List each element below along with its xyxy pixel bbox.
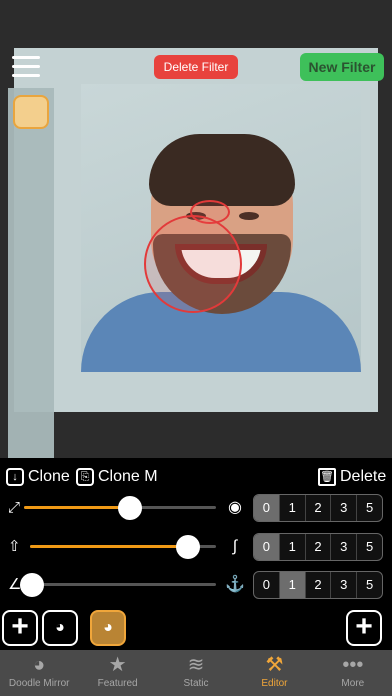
- segment-option[interactable]: 1: [280, 534, 306, 560]
- angle-slider-track[interactable]: [26, 583, 216, 586]
- segment-option[interactable]: 1: [280, 495, 306, 521]
- anchor-icon[interactable]: ⚓: [225, 575, 245, 595]
- resize-arrow-icon: ⤢: [8, 499, 21, 516]
- slider-row-size: ⤢ ◉ 01235: [0, 492, 392, 524]
- angle-segmented-control[interactable]: 01235: [253, 571, 383, 599]
- face-icon: ◕: [103, 619, 113, 636]
- segment-option[interactable]: 2: [306, 572, 332, 598]
- new-filter-button[interactable]: New Filter: [300, 53, 384, 81]
- segment-option[interactable]: 0: [254, 534, 280, 560]
- strength-segmented-control[interactable]: 01235: [253, 533, 383, 561]
- filter-circle[interactable]: [144, 215, 242, 313]
- angle-slider-knob[interactable]: [19, 573, 44, 597]
- more-dots-icon: •••: [342, 654, 364, 676]
- strength-slider-knob[interactable]: [176, 535, 201, 559]
- clone-label: Clone: [28, 468, 70, 485]
- segment-option[interactable]: 5: [357, 572, 382, 598]
- segment-option[interactable]: 3: [331, 495, 358, 521]
- segment-option[interactable]: 3: [331, 534, 358, 560]
- delete-filter-button[interactable]: Delete Filter: [154, 55, 238, 79]
- tab-label: Static: [183, 678, 209, 689]
- face-mode-b-button[interactable]: ◕: [90, 610, 126, 646]
- layer-thumbnail[interactable]: [13, 95, 49, 129]
- tab-more[interactable]: ••• More: [314, 650, 392, 696]
- segment-option[interactable]: 2: [306, 534, 332, 560]
- curve-icon[interactable]: ∫: [225, 537, 245, 557]
- tab-featured[interactable]: ★ Featured: [78, 650, 156, 696]
- tab-doodle-mirror[interactable]: ◕ Doodle Mirror: [0, 650, 78, 696]
- face-warp-icon[interactable]: ◉: [225, 498, 245, 518]
- delete-label: Delete: [340, 468, 387, 485]
- face-icon: ◕: [55, 619, 65, 636]
- tab-bar: ◕ Doodle Mirror ★ Featured ≋ Static ⚒ Ed…: [0, 650, 392, 696]
- slider-row-strength: ⇧ ∫ 01235: [0, 531, 392, 563]
- hammer-icon: ⚒: [265, 654, 284, 676]
- app-root: Delete Filter New Filter ↓ Clone ⎘ Clone…: [0, 0, 392, 696]
- plus-icon: +: [11, 610, 29, 643]
- segment-option[interactable]: 0: [254, 572, 280, 598]
- menu-button[interactable]: [12, 56, 40, 78]
- clone-mirror-icon: ⎘: [76, 468, 94, 486]
- up-arrow-icon: ⇧: [8, 538, 21, 555]
- clone-m-label: Clone M: [98, 468, 158, 485]
- slider-row-angle: ∠ ⚓ 01235: [0, 569, 392, 601]
- doodle-icon: ◕: [33, 654, 46, 676]
- clone-icon: ↓: [6, 468, 24, 486]
- add-right-button[interactable]: +: [346, 610, 382, 646]
- static-icon: ≋: [187, 654, 205, 676]
- segment-option[interactable]: 5: [357, 495, 382, 521]
- tab-static[interactable]: ≋ Static: [157, 650, 235, 696]
- layer-strip: [8, 88, 54, 458]
- editor-canvas[interactable]: Delete Filter New Filter: [0, 0, 392, 458]
- segment-option[interactable]: 5: [357, 534, 382, 560]
- tab-label: More: [341, 678, 365, 689]
- segment-option[interactable]: 1: [279, 572, 306, 598]
- tab-label: Featured: [97, 678, 138, 689]
- clone-m-button[interactable]: ⎘ Clone M: [76, 464, 158, 490]
- delete-button[interactable]: 🗑 Delete: [318, 464, 386, 490]
- segment-option[interactable]: 0: [254, 495, 280, 521]
- star-icon: ★: [108, 654, 127, 676]
- segment-option[interactable]: 3: [331, 572, 358, 598]
- size-slider-knob[interactable]: [117, 496, 142, 520]
- trash-icon: 🗑: [318, 468, 336, 486]
- add-left-button[interactable]: +: [2, 610, 38, 646]
- segment-option[interactable]: 2: [306, 495, 332, 521]
- strength-slider-fill: [30, 545, 189, 548]
- size-segmented-control[interactable]: 01235: [253, 494, 383, 522]
- size-slider-fill: [24, 506, 130, 509]
- tab-editor[interactable]: ⚒ Editor: [235, 650, 313, 696]
- tool-panel: ↓ Clone ⎘ Clone M 🗑 Delete ⤢ ◉ 01235 ⇧ ∫…: [0, 458, 392, 650]
- clone-button[interactable]: ↓ Clone: [6, 464, 70, 490]
- tab-label: Doodle Mirror: [8, 678, 70, 689]
- face-mode-a-button[interactable]: ◕: [42, 610, 78, 646]
- plus-icon: +: [355, 610, 373, 643]
- photo-hair: [149, 134, 295, 206]
- tab-label: Editor: [261, 678, 288, 689]
- photo-eye-right: [239, 212, 259, 220]
